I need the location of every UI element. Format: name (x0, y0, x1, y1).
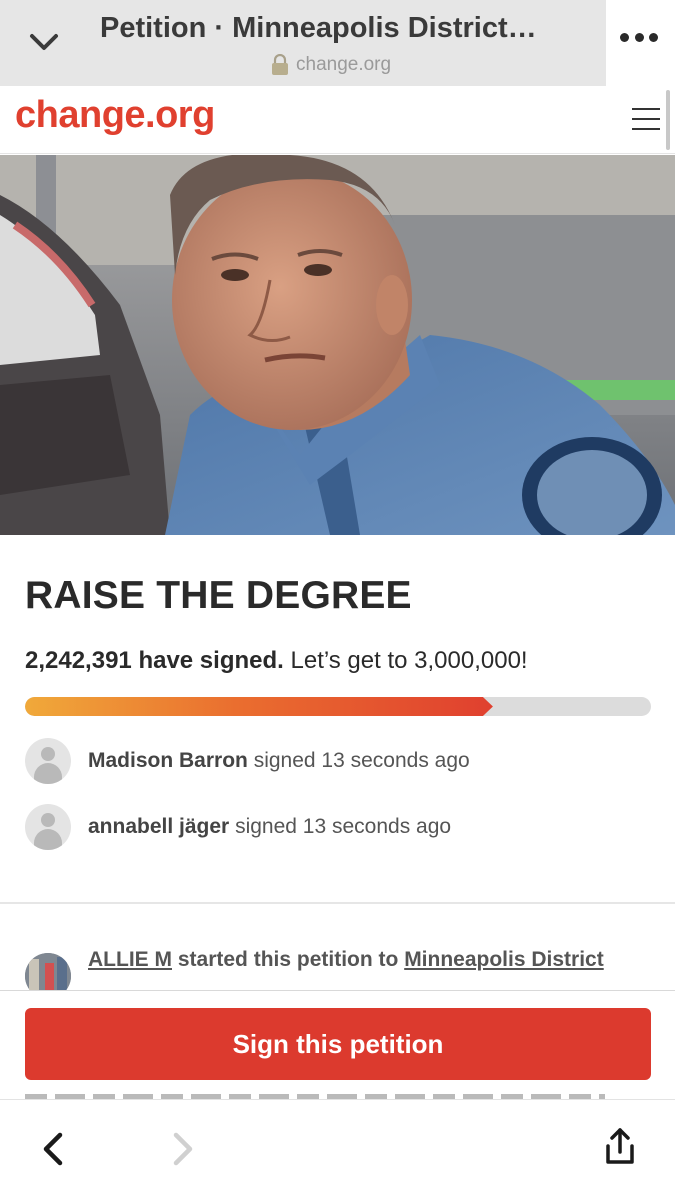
site-logo[interactable]: change.org (15, 94, 215, 137)
hero-photo (0, 155, 675, 535)
browser-url-text: change.org (296, 54, 392, 75)
share-icon[interactable] (600, 1126, 640, 1170)
starter-middle-text: started this petition to (177, 948, 399, 971)
browser-url: change.org (270, 54, 391, 76)
signer-name: Madison Barron (88, 749, 248, 772)
scroll-indicator (666, 90, 670, 150)
petition-title: RAISE THE DEGREE (25, 574, 412, 617)
sign-petition-button[interactable]: Sign this petition (25, 1008, 651, 1080)
signature-progress-bar (25, 697, 651, 716)
signer-name: annabell jäger (88, 815, 230, 838)
goal-text: Let’s get to 3,000,000! (290, 647, 528, 674)
chevron-down-icon[interactable] (26, 24, 62, 60)
browser-bottom-toolbar (0, 1100, 675, 1200)
starter-avatar[interactable] (25, 953, 71, 990)
signature-count: 2,242,391 have signed. Let’s get to 3,00… (25, 647, 528, 675)
signer-action: signed 13 seconds ago (253, 749, 470, 772)
progress-fill (25, 697, 493, 716)
petition-starter: ALLIE M started this petition to Minneap… (25, 948, 651, 990)
recent-signer: annabell jäger signed 13 seconds ago (25, 804, 451, 850)
recent-signer: Madison Barron signed 13 seconds ago (25, 738, 470, 784)
back-arrow-icon[interactable] (34, 1127, 74, 1171)
signed-count-text: 2,242,391 have signed. (25, 647, 284, 674)
starter-name-link[interactable]: ALLIE M (88, 948, 172, 971)
address-bar[interactable]: Petition · Minneapolis District… change.… (0, 0, 606, 86)
browser-top-bar: Petition · Minneapolis District… change.… (0, 0, 675, 86)
more-dots-icon[interactable] (620, 24, 658, 50)
signer-action: signed 13 seconds ago (235, 815, 452, 838)
site-header: change.org (0, 86, 675, 154)
petition-hero-image (0, 155, 675, 535)
browser-page-title: Petition · Minneapolis District… (100, 12, 537, 44)
sticky-sign-bar: Sign this petition (0, 990, 675, 1094)
petition-target-link[interactable]: Minneapolis District (404, 948, 604, 971)
hamburger-icon[interactable] (632, 108, 660, 130)
avatar-placeholder-icon (25, 804, 71, 850)
forward-arrow-icon[interactable] (162, 1127, 202, 1171)
section-divider (0, 902, 675, 904)
avatar-placeholder-icon (25, 738, 71, 784)
lock-icon (272, 54, 288, 75)
